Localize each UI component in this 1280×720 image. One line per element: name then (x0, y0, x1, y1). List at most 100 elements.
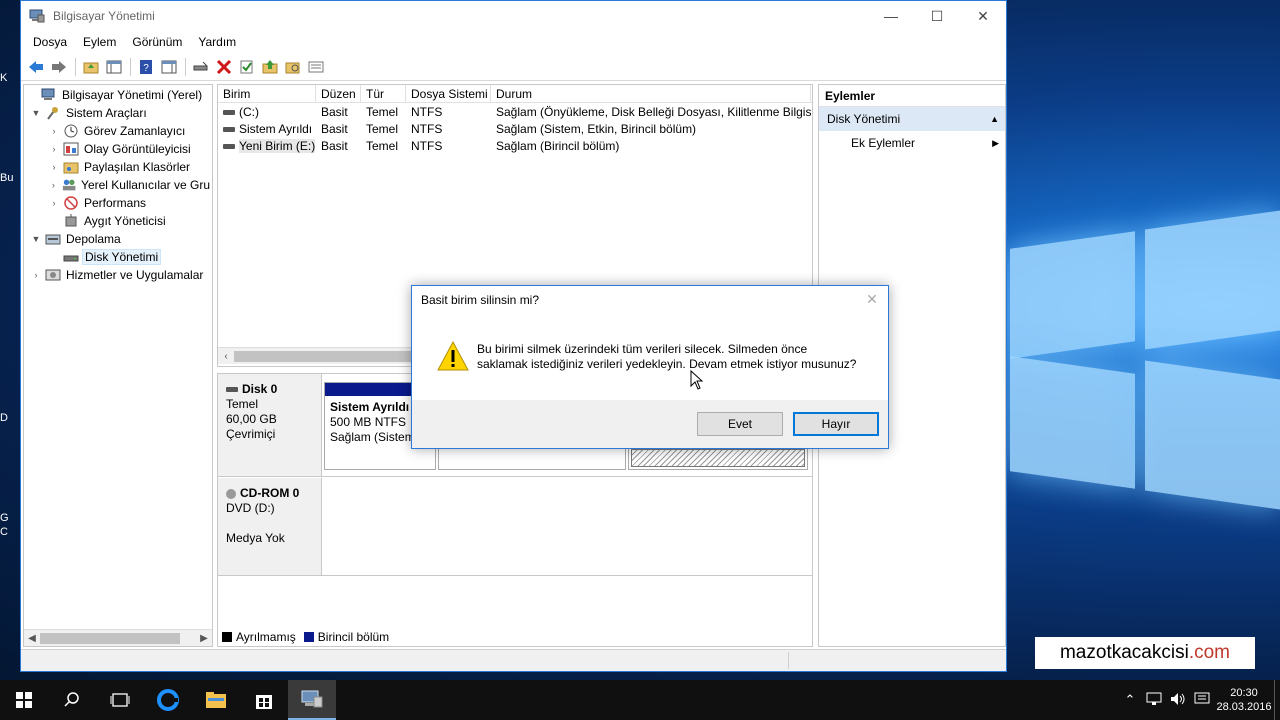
tree-item-computer-management[interactable]: Bilgisayar Yönetimi (Yerel) (24, 86, 212, 104)
tree-item-device-manager[interactable]: Aygıt Yöneticisi (24, 212, 212, 230)
action-center-icon[interactable] (1190, 692, 1214, 709)
collapse-arrow-icon[interactable]: ▼ (30, 234, 42, 244)
tree-item-task-scheduler[interactable]: › Görev Zamanlayıcı (24, 122, 212, 140)
column-header-dosya-sistemi[interactable]: Dosya Sistemi (406, 85, 491, 102)
tree-item-services-apps[interactable]: › Hizmetler ve Uygulamalar (24, 266, 212, 284)
expand-arrow-icon[interactable]: › (48, 198, 60, 208)
file-explorer-button[interactable] (192, 680, 240, 720)
column-header-duzen[interactable]: Düzen (316, 85, 361, 102)
expand-arrow-icon[interactable]: › (48, 162, 60, 172)
expand-arrow-icon[interactable]: › (48, 180, 59, 190)
tree-item-label: Olay Görüntüleyicisi (84, 142, 191, 156)
desktop-icon-label[interactable]: Bu (0, 172, 22, 184)
start-button[interactable] (0, 680, 48, 720)
properties-button[interactable] (236, 56, 258, 78)
show-desktop-button[interactable] (1274, 680, 1280, 720)
tree-item-system-tools[interactable]: ▼ Sistem Araçları (24, 104, 212, 122)
collapse-up-icon[interactable]: ▲ (990, 107, 999, 131)
folder-up-button[interactable] (259, 56, 281, 78)
column-header-durum[interactable]: Durum (491, 85, 811, 102)
volume-list-header: Birim Düzen Tür Dosya Sistemi Durum (218, 85, 812, 103)
show-hidden-icons-chevron-icon[interactable]: ⌃ (1118, 692, 1142, 708)
volume-row-selected[interactable]: Yeni Birim (E:) Basit Temel NTFS Sağlam … (218, 137, 812, 154)
edge-browser-button[interactable] (144, 680, 192, 720)
expand-arrow-icon[interactable]: › (48, 144, 60, 154)
console-tree: Bilgisayar Yönetimi (Yerel) ▼ Sistem Ara… (23, 84, 213, 647)
minimize-button[interactable]: — (868, 1, 914, 31)
volume-status: Sağlam (Birincil bölüm) (496, 138, 620, 153)
action-more-actions[interactable]: Ek Eylemler ▶ (819, 131, 1005, 155)
connect-drive-button[interactable] (190, 56, 212, 78)
action-group-label: Disk Yönetimi (827, 112, 901, 126)
menu-dosya[interactable]: Dosya (25, 35, 75, 49)
tree-item-local-users[interactable]: › Yerel Kullanıcılar ve Gru (24, 176, 212, 194)
delete-x-icon (216, 59, 232, 74)
disk-0-label[interactable]: Disk 0 Temel 60,00 GB Çevrimiçi (218, 374, 322, 476)
close-button[interactable]: ✕ (960, 1, 1006, 31)
computer-management-taskbar-button[interactable] (288, 680, 336, 720)
collapse-arrow-icon[interactable]: ▼ (30, 108, 42, 118)
tree-item-shared-folders[interactable]: › Paylaşılan Klasörler (24, 158, 212, 176)
action-pane-icon (161, 60, 177, 73)
tree-item-performance[interactable]: › Performans (24, 194, 212, 212)
volume-icon[interactable] (1166, 692, 1190, 709)
desktop-icon-label[interactable]: C (0, 526, 22, 538)
title-bar[interactable]: Bilgisayar Yönetimi — ☐ ✕ (21, 1, 1006, 31)
delete-button[interactable] (213, 56, 235, 78)
scroll-right-icon[interactable]: ▶ (196, 633, 212, 644)
cdrom-0-row[interactable]: CD-ROM 0 DVD (D:) Medya Yok (218, 478, 812, 576)
status-bar (21, 649, 1006, 671)
menu-gorunum[interactable]: Görünüm (124, 35, 190, 49)
maximize-button[interactable]: ☐ (914, 1, 960, 31)
show-hide-action-pane-button[interactable] (158, 56, 180, 78)
tree-item-storage[interactable]: ▼ Depolama (24, 230, 212, 248)
toolbar: ? (21, 53, 1006, 81)
store-button[interactable] (240, 680, 288, 720)
check-icon (240, 60, 253, 73)
desktop-icon-label[interactable]: K (0, 72, 22, 84)
list-view-button[interactable] (305, 56, 327, 78)
action-group-disk-management[interactable]: Disk Yönetimi ▲ (819, 107, 1005, 131)
tree-horizontal-scrollbar[interactable]: ◀ ▶ (24, 629, 212, 646)
column-header-tur[interactable]: Tür (361, 85, 406, 102)
performance-icon (64, 196, 78, 210)
dialog-body: Bu birimi silmek üzerindeki tüm verileri… (412, 314, 888, 400)
help-button[interactable]: ? (135, 56, 157, 78)
dialog-close-icon[interactable]: ✕ (864, 291, 880, 307)
search-folder-button[interactable] (282, 56, 304, 78)
back-button[interactable] (25, 56, 47, 78)
task-view-button[interactable] (96, 680, 144, 720)
scrollbar-thumb[interactable] (234, 350, 434, 362)
tree-item-disk-management[interactable]: Disk Yönetimi (24, 248, 212, 266)
tree-item-event-viewer[interactable]: › Olay Görüntüleyicisi (24, 140, 212, 158)
scroll-left-icon[interactable]: ◀ (24, 633, 40, 644)
desktop-icon-label[interactable]: G (0, 512, 22, 524)
network-icon[interactable] (1142, 692, 1166, 709)
volume-layout: Basit (321, 138, 348, 153)
menu-yardim[interactable]: Yardım (190, 35, 244, 49)
desktop-icon-label[interactable]: D (0, 412, 22, 424)
tree-item-label: Hizmetler ve Uygulamalar (66, 268, 204, 282)
expand-arrow-icon[interactable]: › (48, 126, 60, 136)
folder-up-icon (83, 62, 99, 73)
forward-button[interactable] (48, 56, 70, 78)
volume-row[interactable]: (C:) Basit Temel NTFS Sağlam (Önyükleme,… (218, 103, 812, 120)
yes-button[interactable]: Evet (697, 412, 783, 436)
volume-filesystem: NTFS (411, 138, 443, 153)
no-button[interactable]: Hayır (793, 412, 879, 436)
expand-arrow-icon[interactable]: › (30, 270, 42, 280)
services-icon (45, 269, 61, 281)
search-button[interactable] (48, 680, 96, 720)
legend-label: Birincil bölüm (317, 630, 390, 644)
menu-eylem[interactable]: Eylem (75, 35, 124, 49)
column-header-birim[interactable]: Birim (218, 85, 316, 102)
scrollbar-thumb[interactable] (40, 632, 180, 644)
show-hide-console-tree-button[interactable] (103, 56, 125, 78)
up-folder-button[interactable] (80, 56, 102, 78)
tree-item-label: Paylaşılan Klasörler (84, 160, 191, 174)
scroll-left-icon[interactable]: ‹ (218, 351, 234, 362)
watermark: mazotkacakcisi .com (1035, 637, 1255, 669)
taskbar-clock[interactable]: 20:30 28.03.2016 (1214, 686, 1274, 714)
volume-row[interactable]: Sistem Ayrıldı Basit Temel NTFS Sağlam (… (218, 120, 812, 137)
cdrom-0-label[interactable]: CD-ROM 0 DVD (D:) Medya Yok (218, 478, 322, 575)
